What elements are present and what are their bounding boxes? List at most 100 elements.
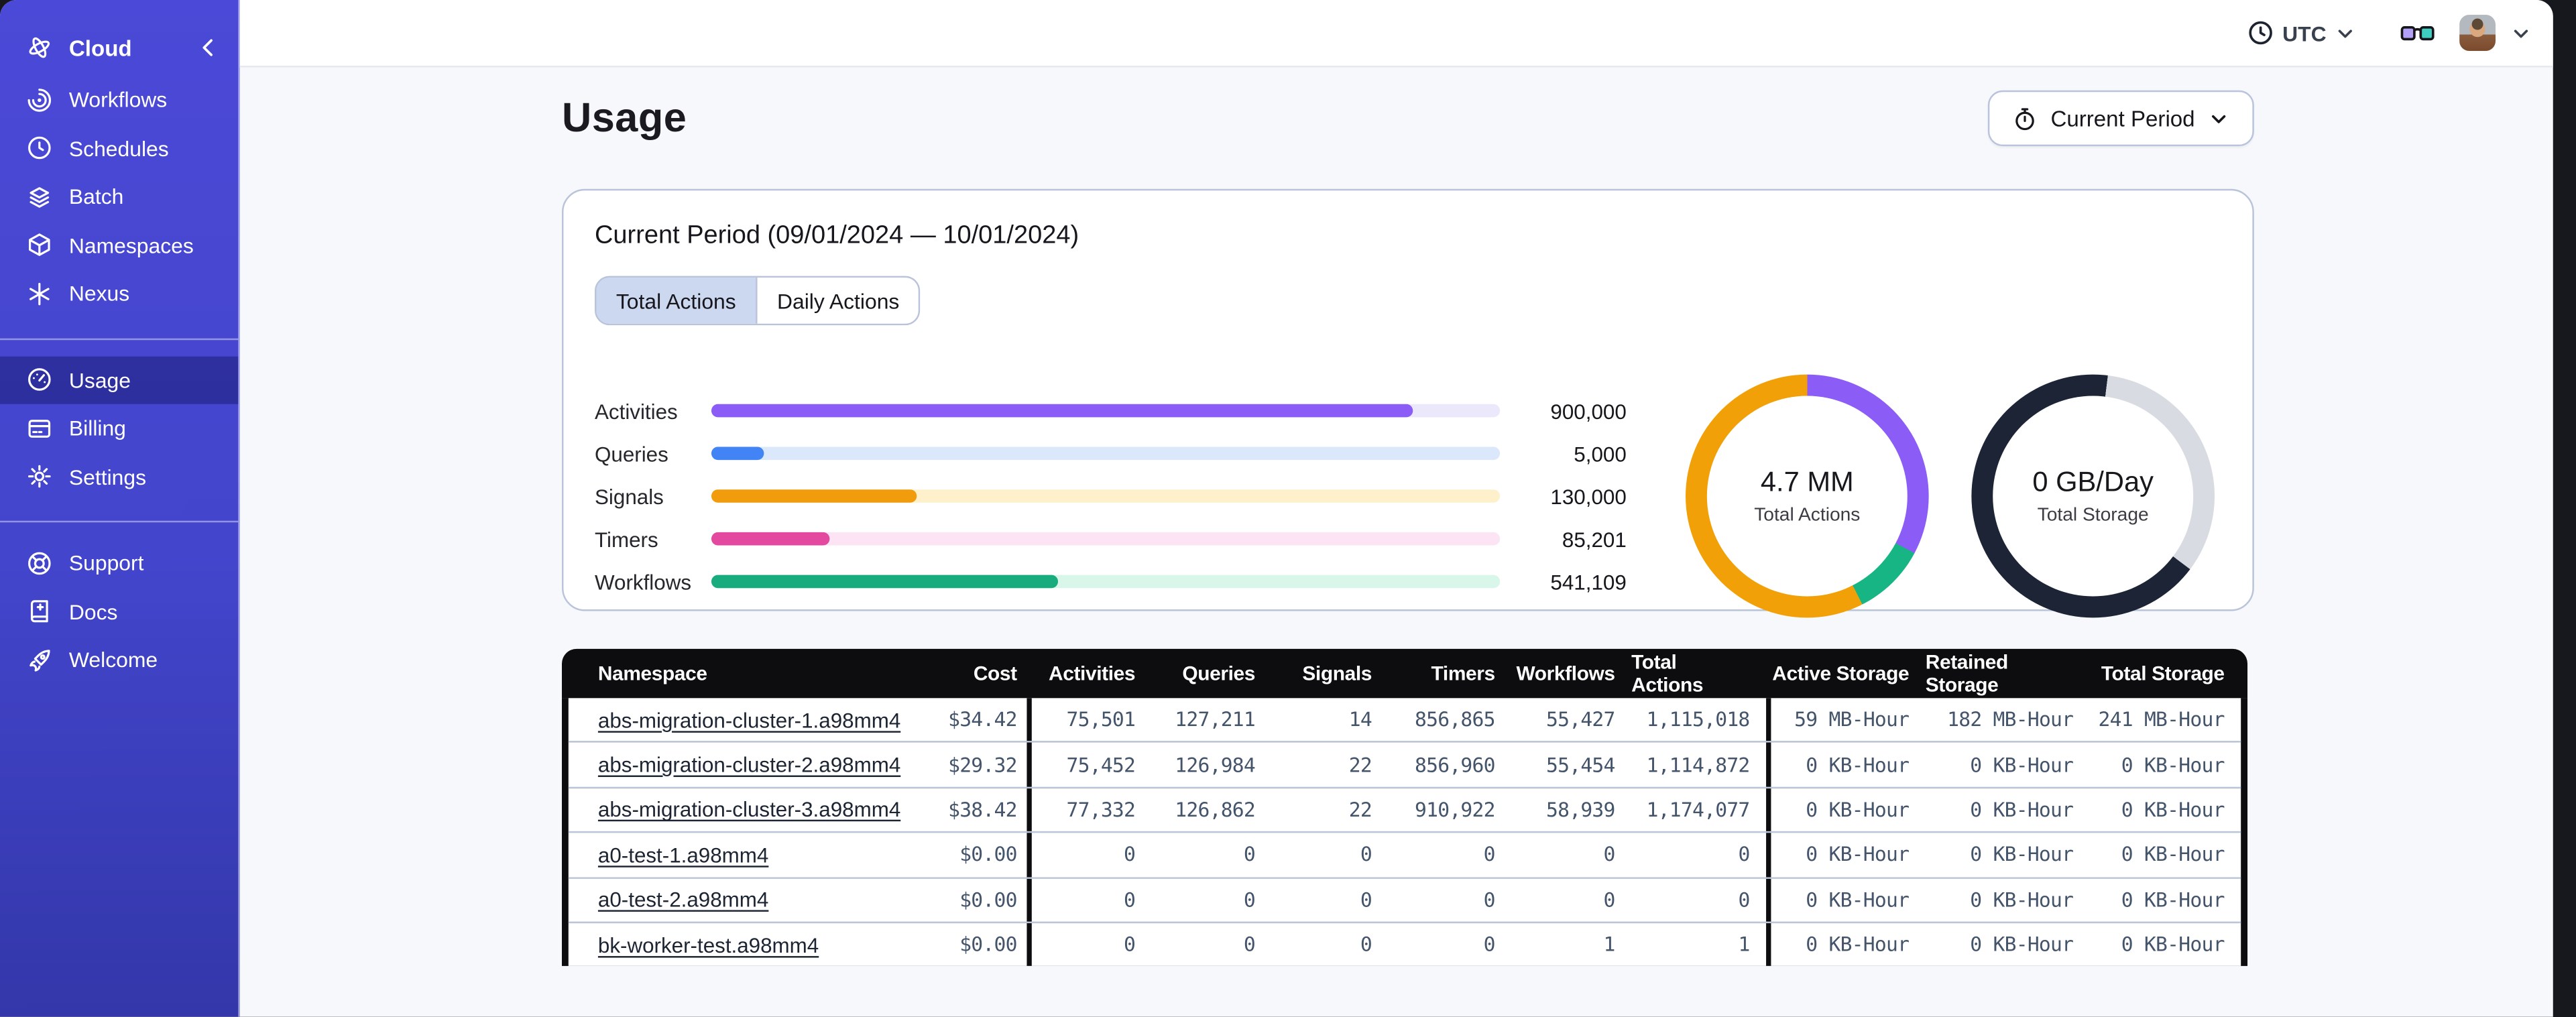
- active-storage-cell: 0 KB-Hour: [1806, 753, 1910, 776]
- schedules-icon: [26, 135, 52, 162]
- bar-track: [711, 446, 1501, 461]
- queries-cell: 126,862: [1175, 798, 1256, 822]
- sidebar-item[interactable]: Workflows: [0, 76, 238, 124]
- donut-label: Total Actions: [1754, 505, 1861, 526]
- namespace-link[interactable]: bk-worker-test.a98mm4: [598, 933, 819, 957]
- retained-storage-cell: 0 KB-Hour: [1970, 843, 2074, 867]
- col-total-actions: Total Actions: [1631, 650, 1704, 697]
- sidebar-item[interactable]: Batch: [0, 172, 238, 221]
- bar-track: [711, 489, 1501, 503]
- workflows-cell: 0: [1603, 843, 1616, 867]
- sidebar-item[interactable]: Welcome: [0, 636, 238, 684]
- active-storage-cell: 59 MB-Hour: [1794, 708, 1910, 731]
- screen: Cloud Workflows Schedules Batch Namespac…: [0, 0, 2576, 1017]
- main-area: UTC Usage Current Period Current Period …: [239, 0, 2553, 1017]
- retained-storage-cell: 0 KB-Hour: [1970, 798, 2074, 822]
- table-row: a0-test-1.a98mm4 $0.00 0 0 0 0 0 0 0 KB-…: [568, 833, 2241, 878]
- page-title: Usage: [562, 94, 687, 141]
- donut-chart: 0 GB/Day Total Storage: [1971, 374, 2215, 618]
- table-row: a0-test-2.a98mm4 $0.00 0 0 0 0 0 0 0 KB-…: [568, 878, 2241, 923]
- app-window: Cloud Workflows Schedules Batch Namespac…: [0, 0, 2553, 1017]
- activities-cell: 0: [1124, 933, 1136, 957]
- total-actions-cell: 0: [1738, 843, 1750, 867]
- total-storage-cell: 0 KB-Hour: [2121, 843, 2225, 867]
- table-row: bk-worker-test.a98mm4 $0.00 0 0 0 0 1 1: [568, 922, 2241, 967]
- activities-cell: 75,452: [1066, 753, 1136, 776]
- bar-fill: [711, 404, 1413, 418]
- page-content: Usage Current Period Current Period (09/…: [562, 90, 2254, 967]
- sidebar: Cloud Workflows Schedules Batch Namespac…: [0, 0, 240, 1017]
- queries-cell: 0: [1243, 933, 1256, 957]
- namespace-link[interactable]: abs-migration-cluster-3.a98mm4: [598, 798, 900, 823]
- signals-cell: 22: [1348, 798, 1372, 822]
- bar-track: [711, 575, 1501, 589]
- donut-chart: 4.7 MM Total Actions: [1686, 374, 1929, 618]
- bar-label: Timers: [595, 526, 658, 552]
- workflows-cell: 58,939: [1546, 798, 1615, 822]
- billing-icon: [26, 415, 52, 441]
- nexus-icon: [26, 280, 52, 306]
- sidebar-group: Workflows Schedules Batch Namespaces Nex…: [0, 76, 238, 318]
- sidebar-item[interactable]: Schedules: [0, 124, 238, 172]
- bar-row: Signals 130,000: [595, 475, 1627, 518]
- donut-value: 4.7 MM: [1760, 466, 1854, 498]
- sidebar-item[interactable]: Settings: [0, 453, 238, 501]
- total-storage-cell: 0 KB-Hour: [2121, 888, 2225, 912]
- workflows-cell: 55,454: [1546, 753, 1615, 776]
- total-actions-cell: 1,115,018: [1646, 708, 1751, 731]
- namespaces-icon: [26, 232, 52, 258]
- user-avatar[interactable]: [2459, 15, 2496, 51]
- labs-glasses-icon[interactable]: [2400, 21, 2435, 44]
- table-header: Namespace Cost Activities Queries Signal…: [562, 648, 2248, 699]
- bar-fill: [711, 489, 917, 503]
- col-workflows: Workflows: [1516, 662, 1616, 685]
- donut-value: 0 GB/Day: [2032, 466, 2154, 498]
- sidebar-header: Cloud: [26, 26, 222, 69]
- settings-icon: [26, 464, 52, 490]
- namespace-link[interactable]: abs-migration-cluster-2.a98mm4: [598, 752, 900, 777]
- bar-row: Workflows 541,109: [595, 560, 1627, 603]
- sidebar-item[interactable]: Namespaces: [0, 221, 238, 270]
- docs-icon: [26, 599, 52, 625]
- workflows-icon: [26, 86, 52, 113]
- namespace-link[interactable]: a0-test-1.a98mm4: [598, 843, 768, 868]
- active-storage-cell: 0 KB-Hour: [1806, 798, 1910, 822]
- user-menu-chevron-icon[interactable]: [2510, 22, 2532, 44]
- collapse-sidebar-icon[interactable]: [196, 34, 222, 60]
- timers-cell: 856,865: [1415, 708, 1495, 731]
- bar-fill: [711, 575, 1059, 589]
- support-icon: [26, 550, 52, 576]
- bar-fill: [711, 532, 830, 546]
- tab[interactable]: Total Actions: [596, 278, 758, 324]
- tab[interactable]: Daily Actions: [757, 278, 919, 324]
- temporal-logo-icon: [26, 34, 52, 60]
- table-body: abs-migration-cluster-1.a98mm4 $34.42 75…: [562, 698, 2248, 967]
- namespace-link[interactable]: abs-migration-cluster-1.a98mm4: [598, 707, 900, 732]
- timezone-selector[interactable]: UTC: [2248, 19, 2356, 46]
- sidebar-group: Support Docs Welcome: [0, 520, 239, 684]
- col-total-storage: Total Storage: [2101, 662, 2225, 685]
- period-selector-button[interactable]: Current Period: [1988, 90, 2254, 147]
- usage-card: Current Period (09/01/2024 — 10/01/2024)…: [562, 188, 2254, 618]
- stopwatch-icon: [2013, 106, 2038, 131]
- sidebar-item[interactable]: Billing: [0, 404, 238, 453]
- sidebar-item-label: Namespaces: [68, 233, 194, 258]
- sidebar-item[interactable]: Docs: [0, 587, 238, 636]
- actions-tabs: Total Actions Daily Actions: [595, 276, 921, 326]
- sidebar-item-label: Batch: [68, 184, 124, 209]
- cost-cell: $29.32: [948, 753, 1017, 776]
- timers-cell: 910,922: [1415, 798, 1495, 822]
- period-range-title: Current Period (09/01/2024 — 10/01/2024): [595, 221, 1079, 250]
- timers-cell: 0: [1483, 933, 1496, 957]
- sidebar-item[interactable]: Support: [0, 539, 238, 587]
- queries-cell: 127,211: [1175, 708, 1256, 731]
- sidebar-item[interactable]: Usage: [0, 355, 239, 404]
- sidebar-item-label: Settings: [68, 464, 147, 489]
- namespace-link[interactable]: a0-test-2.a98mm4: [598, 888, 768, 912]
- topbar: UTC: [239, 0, 2553, 68]
- bar-label: Workflows: [595, 569, 692, 594]
- activities-cell: 0: [1124, 843, 1136, 867]
- bar-value: 5,000: [1574, 440, 1627, 466]
- sidebar-item-label: Welcome: [68, 648, 158, 672]
- sidebar-item[interactable]: Nexus: [0, 270, 238, 318]
